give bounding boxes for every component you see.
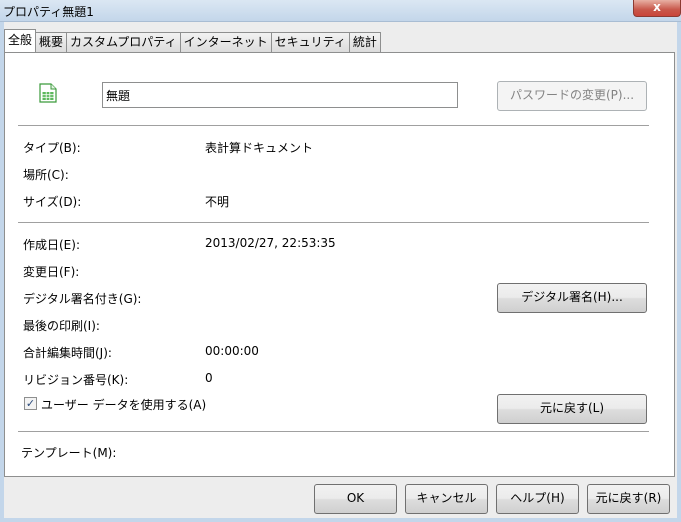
- type-value: 表計算ドキュメント: [205, 141, 314, 155]
- window-title: プロパティ無題1: [3, 5, 94, 19]
- spreadsheet-icon: [39, 83, 57, 103]
- created-value: 2013/02/27, 22:53:35: [205, 236, 336, 250]
- revision-number-value: 0: [205, 371, 213, 385]
- separator: [18, 222, 649, 223]
- total-editing-time-value: 00:00:00: [205, 344, 259, 358]
- use-user-data-label[interactable]: ユーザー データを使用する(A): [41, 396, 206, 413]
- tab-statistics[interactable]: 統計: [348, 32, 381, 52]
- size-label: サイズ(D):: [23, 195, 82, 209]
- modified-label: 変更日(F):: [23, 265, 80, 279]
- digital-signature-button[interactable]: デジタル署名(H)...: [497, 283, 647, 313]
- revision-number-label: リビジョン番号(K):: [23, 373, 129, 387]
- separator: [18, 431, 649, 432]
- tab-bar: 全般 概要 カスタムプロパティ インターネット セキュリティ 統計: [4, 29, 381, 52]
- created-label: 作成日(E):: [23, 238, 80, 252]
- close-icon: x: [653, 0, 661, 14]
- reset-user-data-button[interactable]: 元に戻す(L): [497, 394, 647, 424]
- tab-summary[interactable]: 概要: [35, 32, 68, 52]
- tab-custom-properties[interactable]: カスタムプロパティ: [66, 32, 181, 52]
- last-printed-label: 最後の印刷(I):: [23, 319, 100, 333]
- ok-button[interactable]: OK: [314, 484, 397, 514]
- title-bar: プロパティ無題1 x: [0, 0, 681, 22]
- reset-button[interactable]: 元に戻す(R): [587, 484, 670, 514]
- digital-signature-label: デジタル署名付き(G):: [23, 292, 142, 306]
- use-user-data-checkbox[interactable]: ✓: [24, 397, 37, 410]
- template-label: テンプレート(M):: [21, 446, 117, 460]
- type-label: タイプ(B):: [23, 141, 81, 155]
- cancel-button[interactable]: キャンセル: [405, 484, 488, 514]
- change-password-button[interactable]: パスワードの変更(P)...: [497, 81, 647, 111]
- checkmark-icon: ✓: [25, 397, 36, 410]
- size-value: 不明: [205, 195, 230, 209]
- total-editing-time-label: 合計編集時間(J):: [23, 346, 112, 360]
- help-button[interactable]: ヘルプ(H): [496, 484, 579, 514]
- document-name-input[interactable]: [102, 82, 458, 108]
- tab-security[interactable]: セキュリティ: [270, 32, 350, 52]
- tab-internet[interactable]: インターネット: [179, 32, 272, 52]
- location-label: 場所(C):: [23, 168, 69, 182]
- separator: [18, 125, 649, 126]
- tab-general[interactable]: 全般: [4, 29, 37, 52]
- close-button[interactable]: x: [633, 0, 681, 17]
